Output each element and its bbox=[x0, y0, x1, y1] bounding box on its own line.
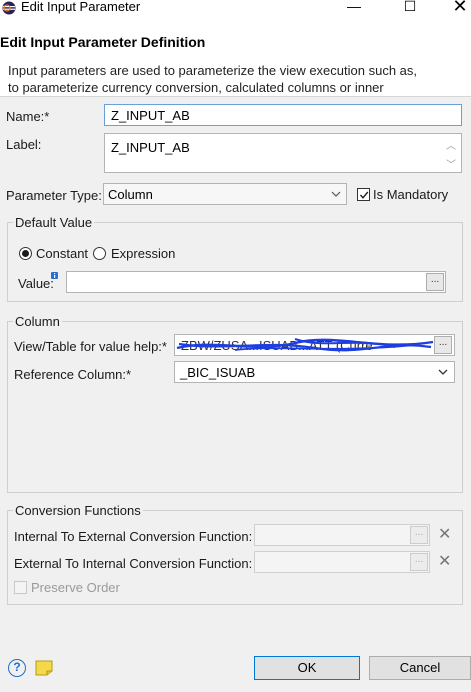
reference-column-value: _BIC_ISUAB bbox=[180, 365, 256, 380]
maximize-button[interactable]: ☐ bbox=[396, 0, 424, 14]
scroll-down-icon[interactable]: ﹀ bbox=[446, 156, 456, 171]
column-group-title: Column bbox=[13, 314, 62, 329]
label-textarea-value: Z_INPUT_AB bbox=[111, 140, 190, 155]
window-title: Edit Input Parameter bbox=[21, 0, 141, 14]
help-icon[interactable]: ? bbox=[8, 659, 26, 677]
expression-label: Expression bbox=[111, 246, 176, 261]
cancel-button[interactable]: Cancel bbox=[369, 656, 471, 680]
checkmark-icon bbox=[359, 191, 369, 199]
label-textarea[interactable]: Z_INPUT_AB ︿ ﹀ bbox=[104, 133, 462, 173]
value-label: Value: bbox=[18, 276, 54, 291]
reference-column-select[interactable]: _BIC_ISUAB bbox=[174, 361, 455, 383]
constant-label: Constant bbox=[36, 246, 89, 261]
parameter-type-value: Column bbox=[108, 187, 153, 202]
dialog-title: Edit Input Parameter Definition bbox=[0, 34, 206, 50]
int-to-ext-clear-icon[interactable]: ✕ bbox=[438, 527, 451, 543]
default-value-input[interactable] bbox=[66, 271, 446, 293]
ext-to-int-label: External To Internal Conversion Function… bbox=[14, 556, 253, 571]
constant-radio[interactable] bbox=[19, 247, 32, 260]
reference-column-label: Reference Column:* bbox=[14, 367, 132, 382]
name-input[interactable]: Z_INPUT_AB bbox=[104, 104, 462, 126]
expression-radio[interactable] bbox=[93, 247, 106, 260]
close-button[interactable]: ✕ bbox=[446, 0, 471, 15]
is-mandatory-checkbox[interactable] bbox=[357, 188, 370, 201]
note-icon[interactable] bbox=[35, 660, 53, 676]
parameter-type-label: Parameter Type: bbox=[6, 188, 102, 203]
view-table-browse-button[interactable]: ... bbox=[434, 336, 452, 354]
scroll-up-icon[interactable]: ︿ bbox=[446, 137, 456, 152]
label-label: Label: bbox=[6, 137, 42, 152]
dialog-message: Input parameters are used to parameteriz… bbox=[8, 63, 417, 95]
minimize-button[interactable]: — bbox=[340, 0, 368, 14]
view-table-label: View/Table for value help:* bbox=[14, 339, 167, 354]
int-to-ext-input[interactable] bbox=[254, 524, 430, 546]
preserve-order-checkbox[interactable] bbox=[14, 581, 27, 594]
ext-to-int-clear-icon[interactable]: ✕ bbox=[438, 554, 451, 570]
default-value-group-title: Default Value bbox=[13, 215, 95, 230]
chevron-down-icon bbox=[331, 191, 341, 197]
redaction-scribble bbox=[176, 338, 434, 352]
eclipse-app-icon bbox=[2, 1, 16, 15]
parameter-type-select[interactable]: Column bbox=[103, 183, 347, 205]
default-value-browse-button[interactable]: ... bbox=[426, 273, 444, 291]
chevron-down-icon bbox=[438, 369, 448, 375]
view-table-input[interactable]: ZBW/ZUSA...ISUAB...ATT (Curre bbox=[174, 334, 455, 356]
preserve-order-label: Preserve Order bbox=[31, 580, 120, 595]
int-to-ext-browse-button[interactable]: ... bbox=[410, 526, 428, 544]
name-label: Name:* bbox=[6, 109, 50, 124]
ext-to-int-browse-button[interactable]: ... bbox=[410, 553, 428, 571]
ext-to-int-input[interactable] bbox=[254, 551, 430, 573]
int-to-ext-label: Internal To External Conversion Function… bbox=[14, 529, 253, 544]
radio-selected-dot bbox=[22, 250, 29, 257]
is-mandatory-label: Is Mandatory bbox=[373, 187, 449, 202]
info-icon bbox=[51, 272, 58, 279]
conversion-functions-group-title: Conversion Functions bbox=[13, 503, 143, 518]
ok-button[interactable]: OK bbox=[254, 656, 360, 680]
name-input-value: Z_INPUT_AB bbox=[111, 108, 190, 123]
